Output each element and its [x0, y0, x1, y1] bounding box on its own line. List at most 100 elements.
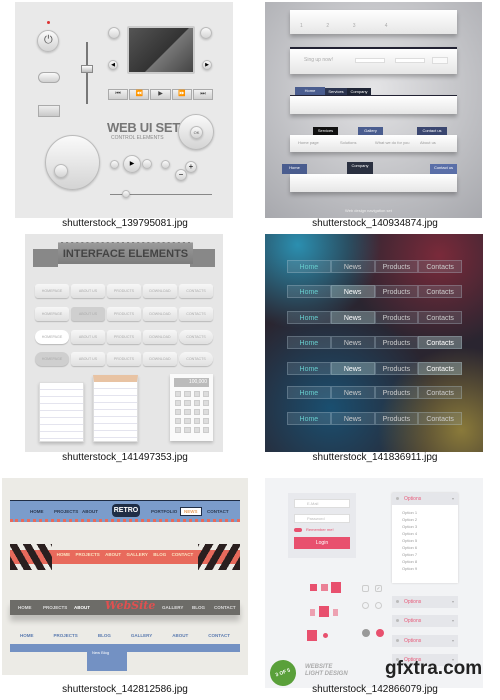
button-products[interactable]: PRODUCTS [107, 352, 141, 366]
login-button[interactable] [432, 57, 448, 64]
button-about-us[interactable]: ABOUT US [71, 307, 105, 321]
button-homepage[interactable]: HOMEPAGE [35, 307, 69, 321]
nav-news[interactable]: News [330, 336, 375, 349]
nav-contacts[interactable]: Contacts [418, 336, 462, 349]
thumbnail-retro-navigation[interactable]: HOME PROJECTS ABOUT RETRO PORTFOLIO NEWS… [2, 478, 248, 675]
tab-home[interactable]: Home [282, 164, 307, 174]
rewind-icon[interactable]: ⏪ [129, 89, 150, 100]
nav-home[interactable]: Home [287, 311, 331, 324]
options-collapsed[interactable]: Options ▾ [392, 596, 458, 608]
pill-button[interactable] [38, 72, 60, 83]
tab-company[interactable]: Company [347, 162, 373, 174]
nav-contacts[interactable]: Contacts [418, 285, 462, 298]
nav-item[interactable]: ABOUT [172, 633, 188, 641]
align-left-icon[interactable] [310, 609, 315, 616]
volume-knob[interactable] [45, 135, 100, 190]
nav-projects[interactable]: PROJECTS [54, 509, 78, 514]
pin-icon[interactable] [323, 633, 328, 638]
nav-home[interactable]: HOME [30, 509, 44, 514]
nav-projects[interactable]: PROJECTS [43, 605, 67, 610]
nav-news-active[interactable]: NEWS [180, 507, 202, 516]
nav-item[interactable]: GALLERY [127, 552, 148, 562]
button-download[interactable]: DOWNLOAD [143, 330, 177, 344]
nav-home[interactable]: Home [287, 412, 331, 425]
round-button[interactable] [108, 27, 120, 39]
nav-contacts[interactable]: Contacts [418, 311, 462, 324]
blog-dropdown[interactable]: New Blog [87, 644, 127, 671]
option-item[interactable]: Option 5 [402, 537, 417, 544]
nav-gallery[interactable]: GALLERY [162, 605, 183, 610]
thumbnail-interface-elements[interactable]: INTERFACE ELEMENTS HOMEPAGE ABOUT US PRODU… [25, 234, 223, 452]
options-collapsed[interactable]: Options ▾ [392, 615, 458, 627]
align-right-icon[interactable] [333, 609, 338, 616]
dpad[interactable]: OK [178, 114, 214, 150]
round-button[interactable] [200, 27, 212, 39]
button-homepage[interactable]: HOMEPAGE [35, 284, 69, 298]
nav-item[interactable]: BLOG [153, 552, 166, 562]
tab-contact[interactable]: Contact us [430, 164, 457, 174]
nav-home[interactable]: HOME [18, 605, 32, 610]
nav-contact[interactable]: CONTACT [207, 509, 229, 514]
email-field[interactable]: E-Mail [294, 499, 350, 508]
nav-products[interactable]: Products [374, 260, 419, 273]
nav-products[interactable]: Products [374, 412, 419, 425]
button-homepage[interactable]: HOMEPAGE [35, 330, 69, 344]
vertical-slider[interactable] [86, 42, 88, 104]
button-download[interactable]: DOWNLOAD [143, 284, 177, 298]
play-button[interactable]: ▶ [123, 155, 141, 173]
slider-handle[interactable] [81, 65, 93, 73]
radio-selected[interactable] [375, 602, 382, 609]
login-button[interactable]: Login [294, 537, 350, 549]
option-item[interactable]: Option 1 [402, 509, 417, 516]
options-dropdown-open[interactable]: Options ▾ Option 1 Option 2 Option 3 Option … [392, 493, 458, 583]
ok-button[interactable]: OK [190, 126, 203, 139]
play-icon[interactable]: ▶ [150, 89, 171, 100]
nav-contacts[interactable]: Contacts [418, 260, 462, 273]
thumbnail-web-ui-set[interactable]: ⏻ ◀ ▶ ⏮ ⏪ ▶ ⏩ ⏭ WEB UI SET CONTROL ELEMENTS … [15, 2, 233, 218]
button-download[interactable]: DOWNLOAD [143, 307, 177, 321]
username-input[interactable] [355, 58, 385, 63]
forward-icon[interactable]: ⏩ [171, 89, 192, 100]
next-button[interactable]: ▶ [202, 60, 212, 70]
grid-icon[interactable] [310, 584, 317, 591]
nav-products[interactable]: Products [374, 386, 419, 399]
nav-contacts[interactable]: Contacts [418, 412, 462, 425]
button-about-us[interactable]: ABOUT US [71, 284, 105, 298]
button-products[interactable]: PRODUCTS [107, 307, 141, 321]
nav-news[interactable]: News [330, 285, 375, 298]
nav-home[interactable]: Home [287, 386, 331, 399]
tab-contact[interactable]: Contact us [417, 127, 447, 135]
cloud-icon[interactable] [307, 630, 317, 641]
nav-products[interactable]: Products [374, 285, 419, 298]
nav-about-hover[interactable]: ABOUT [74, 605, 90, 610]
tab-gallery[interactable]: Gallery [358, 127, 383, 135]
toggle-off[interactable] [362, 629, 370, 637]
align-center-icon[interactable] [319, 606, 329, 617]
button-products[interactable]: PRODUCTS [107, 330, 141, 344]
remember-toggle[interactable] [294, 528, 302, 532]
nav-item[interactable]: PROJECTS [54, 633, 78, 641]
nav-products[interactable]: Products [374, 362, 419, 375]
options-collapsed[interactable]: Options ▾ [392, 635, 458, 647]
rewind-button[interactable] [110, 160, 119, 169]
password-field[interactable]: Password [294, 514, 350, 523]
button-about-us[interactable]: ABOUT US [71, 352, 105, 366]
option-item[interactable]: Option 4 [402, 530, 417, 537]
option-item[interactable]: Option 6 [402, 544, 417, 551]
power-button[interactable]: ⏻ [37, 30, 59, 52]
grid-small-icon[interactable] [321, 584, 328, 591]
skip-forward-icon[interactable]: ⏭ [192, 89, 214, 100]
thumbnail-web-navigation[interactable]: 1 2 3 4 Sing up now! Home Services Compa… [265, 2, 482, 218]
button-contacts[interactable]: CONTACTS [179, 330, 213, 344]
checkbox-checked[interactable]: ✓ [375, 585, 382, 592]
button-contacts[interactable]: CONTACTS [179, 352, 213, 366]
checkbox[interactable] [362, 585, 369, 592]
button-products[interactable]: PRODUCTS [107, 284, 141, 298]
forward-button[interactable] [161, 160, 170, 169]
nav-news[interactable]: News [330, 386, 375, 399]
list-icon[interactable] [331, 582, 341, 593]
stop-button[interactable] [142, 159, 152, 169]
nav-home[interactable]: Home [287, 260, 331, 273]
nav-contacts[interactable]: Contacts [418, 362, 462, 375]
seek-handle[interactable] [122, 190, 130, 198]
